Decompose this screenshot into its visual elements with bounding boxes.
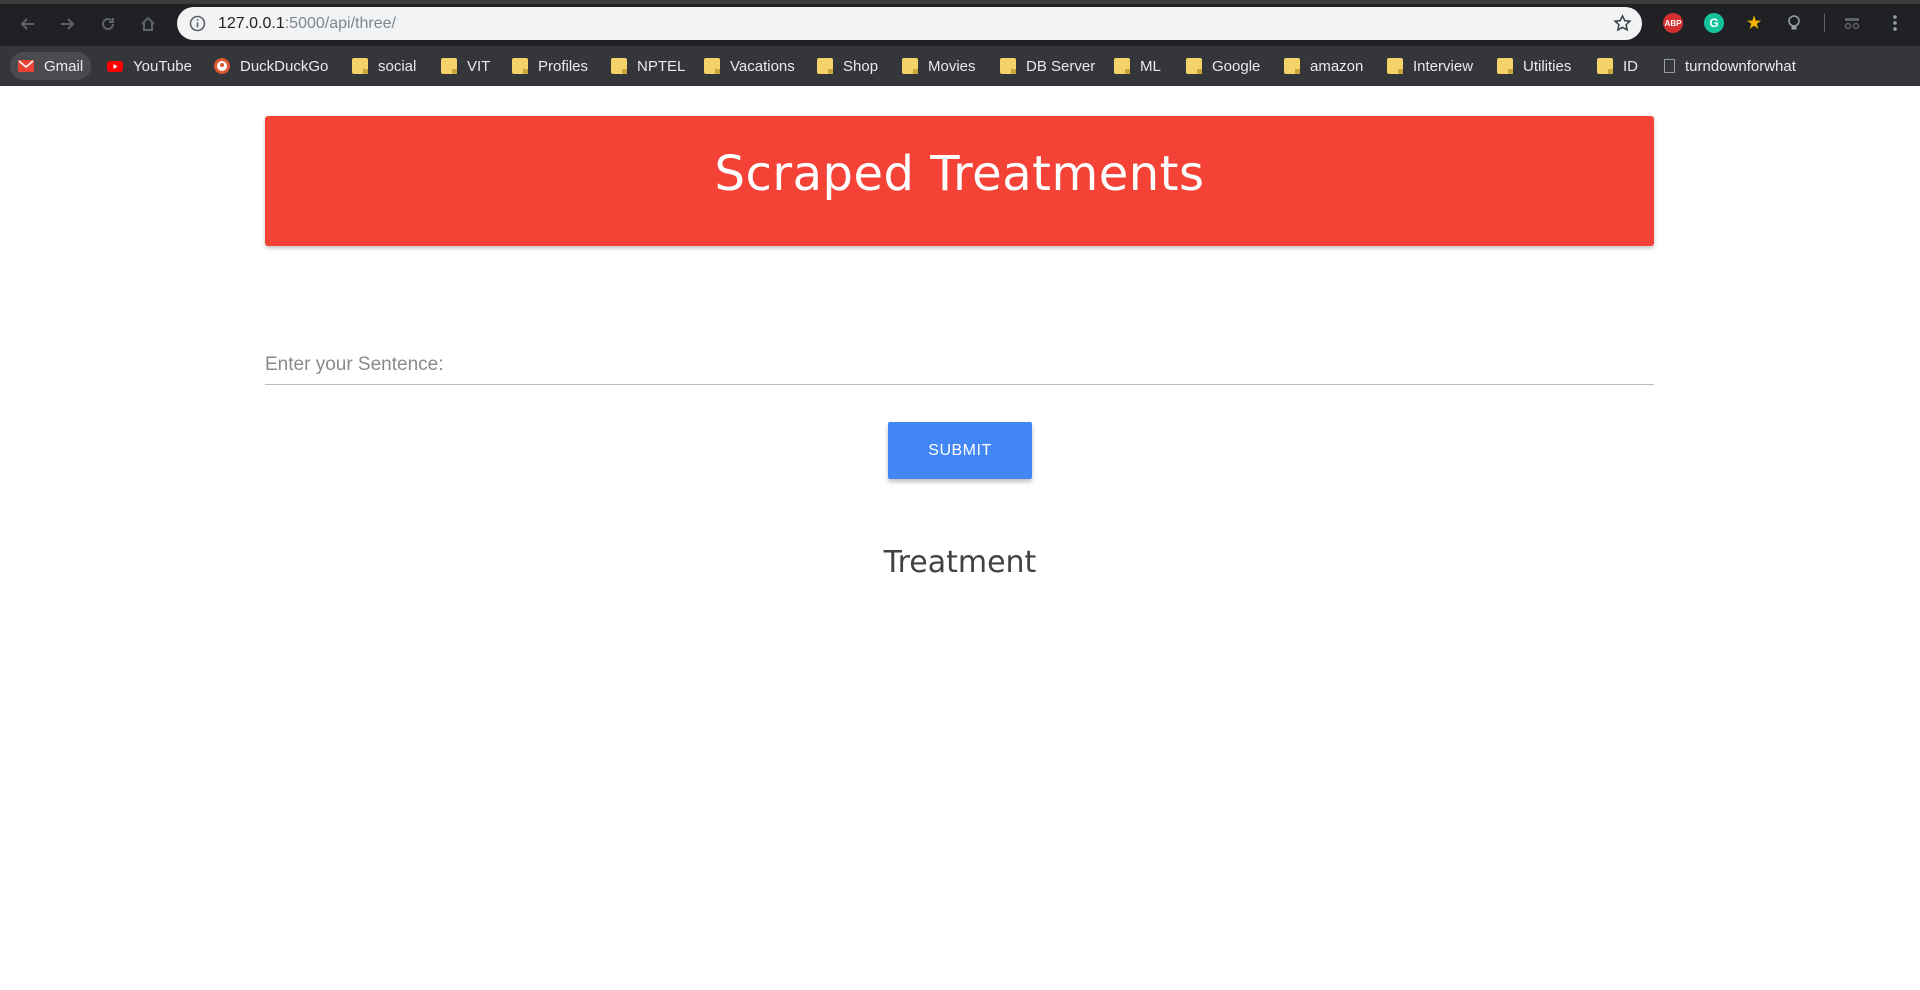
- bookmark-label: Google: [1212, 57, 1261, 75]
- lightbulb-extension-icon[interactable]: [1784, 13, 1804, 33]
- bookmark-label: Utilities: [1523, 57, 1572, 75]
- bookmark-folder-social[interactable]: social: [352, 52, 416, 80]
- incognito-glyph-icon: [1844, 18, 1860, 30]
- browser-toolbar: 127.0.0.1:5000/api/three/ ABP G ★: [0, 0, 1920, 46]
- page-title: Scraped Treatments: [714, 146, 1205, 202]
- folder-icon: [611, 58, 627, 74]
- bookmark-folder-id[interactable]: ID: [1597, 52, 1638, 80]
- lightbulb-icon: [1788, 15, 1800, 30]
- bookmark-label: Interview: [1413, 57, 1474, 75]
- bookmark-label: DuckDuckGo: [240, 57, 329, 75]
- bookmark-folder-nptel[interactable]: NPTEL: [611, 52, 685, 80]
- bookmark-label: Profiles: [538, 57, 589, 75]
- info-icon[interactable]: [189, 15, 206, 32]
- bookmark-label: social: [378, 57, 417, 75]
- bookmark-youtube[interactable]: YouTube: [107, 52, 192, 80]
- bookmark-folder-vacations[interactable]: Vacations: [704, 52, 795, 80]
- folder-icon: [1387, 58, 1403, 74]
- bookmark-folder-google[interactable]: Google: [1186, 52, 1260, 80]
- bookmark-label: amazon: [1310, 57, 1364, 75]
- page-icon: [1664, 59, 1675, 73]
- folder-icon: [1114, 58, 1130, 74]
- address-bar[interactable]: 127.0.0.1:5000/api/three/: [177, 7, 1642, 40]
- bookmark-folder-ml[interactable]: ML: [1114, 52, 1161, 80]
- bookmark-duckduckgo[interactable]: DuckDuckGo: [214, 52, 328, 80]
- bookmark-label: DB Server: [1026, 57, 1096, 75]
- bookmarks-bar: Gmail YouTube DuckDuckGo social VIT Prof…: [0, 46, 1920, 86]
- bookmark-label: Gmail: [44, 57, 84, 75]
- bookmark-label: ID: [1623, 57, 1638, 75]
- folder-icon: [1186, 58, 1202, 74]
- kebab-menu-icon: [1893, 15, 1897, 31]
- submit-button[interactable]: SUBMIT: [888, 422, 1032, 479]
- back-arrow-icon: [20, 18, 34, 30]
- bookmark-label: VIT: [467, 57, 491, 75]
- bookmark-folder-shop[interactable]: Shop: [817, 52, 878, 80]
- folder-icon: [817, 58, 833, 74]
- reload-icon: [102, 17, 114, 30]
- bookmark-label: Vacations: [730, 57, 795, 75]
- folder-icon: [512, 58, 528, 74]
- home-button[interactable]: [136, 12, 160, 36]
- menu-icon[interactable]: [1885, 13, 1905, 33]
- bookmark-star-icon[interactable]: [1613, 14, 1632, 33]
- youtube-icon: [107, 61, 123, 72]
- sentence-field: [265, 350, 1654, 385]
- home-icon: [141, 16, 155, 31]
- folder-icon: [1000, 58, 1016, 74]
- folder-icon: [1284, 58, 1300, 74]
- url-text: 127.0.0.1:5000/api/three/: [218, 15, 396, 33]
- url-host: 127.0.0.1: [218, 15, 285, 32]
- bookmark-label: Shop: [843, 57, 879, 75]
- folder-icon: [1597, 58, 1613, 74]
- header-banner: Scraped Treatments: [265, 116, 1654, 246]
- treatment-heading: Treatment: [883, 545, 1037, 580]
- forward-button[interactable]: [55, 12, 79, 36]
- bookmark-label: turndownforwhat: [1685, 57, 1796, 75]
- sentence-input[interactable]: [265, 350, 1654, 380]
- adblock-extension-icon[interactable]: ABP: [1663, 13, 1683, 33]
- star-extension-icon[interactable]: ★: [1744, 13, 1764, 33]
- bookmark-folder-amazon[interactable]: amazon: [1284, 52, 1363, 80]
- bookmark-folder-profiles[interactable]: Profiles: [512, 52, 588, 80]
- bookmark-label: YouTube: [133, 57, 192, 75]
- forward-arrow-icon: [61, 18, 75, 30]
- toolbar-separator: [1824, 14, 1825, 32]
- bookmark-folder-interview[interactable]: Interview: [1387, 52, 1473, 80]
- reload-button[interactable]: [96, 12, 120, 36]
- grammarly-extension-icon[interactable]: G: [1704, 13, 1724, 33]
- bookmark-folder-movies[interactable]: Movies: [902, 52, 976, 80]
- folder-icon: [352, 58, 368, 74]
- url-path: :5000/api/three/: [284, 15, 396, 32]
- bookmark-folder-db-server[interactable]: DB Server: [1000, 52, 1095, 80]
- incognito-icon[interactable]: [1842, 13, 1862, 33]
- folder-icon: [704, 58, 720, 74]
- bookmark-folder-vit[interactable]: VIT: [441, 52, 490, 80]
- tab-strip-edge: [0, 0, 1920, 4]
- bookmark-folder-utilities[interactable]: Utilities: [1497, 52, 1571, 80]
- gmail-icon: [18, 60, 34, 72]
- duckduckgo-icon: [214, 58, 230, 74]
- bookmark-label: ML: [1140, 57, 1161, 75]
- folder-icon: [1497, 58, 1513, 74]
- bookmark-label: Movies: [928, 57, 976, 75]
- bookmark-label: NPTEL: [637, 57, 686, 75]
- folder-icon: [441, 58, 457, 74]
- folder-icon: [902, 58, 918, 74]
- bookmark-gmail[interactable]: Gmail: [10, 52, 92, 80]
- bookmark-turndownforwhat[interactable]: turndownforwhat: [1664, 52, 1796, 80]
- back-button[interactable]: [16, 12, 40, 36]
